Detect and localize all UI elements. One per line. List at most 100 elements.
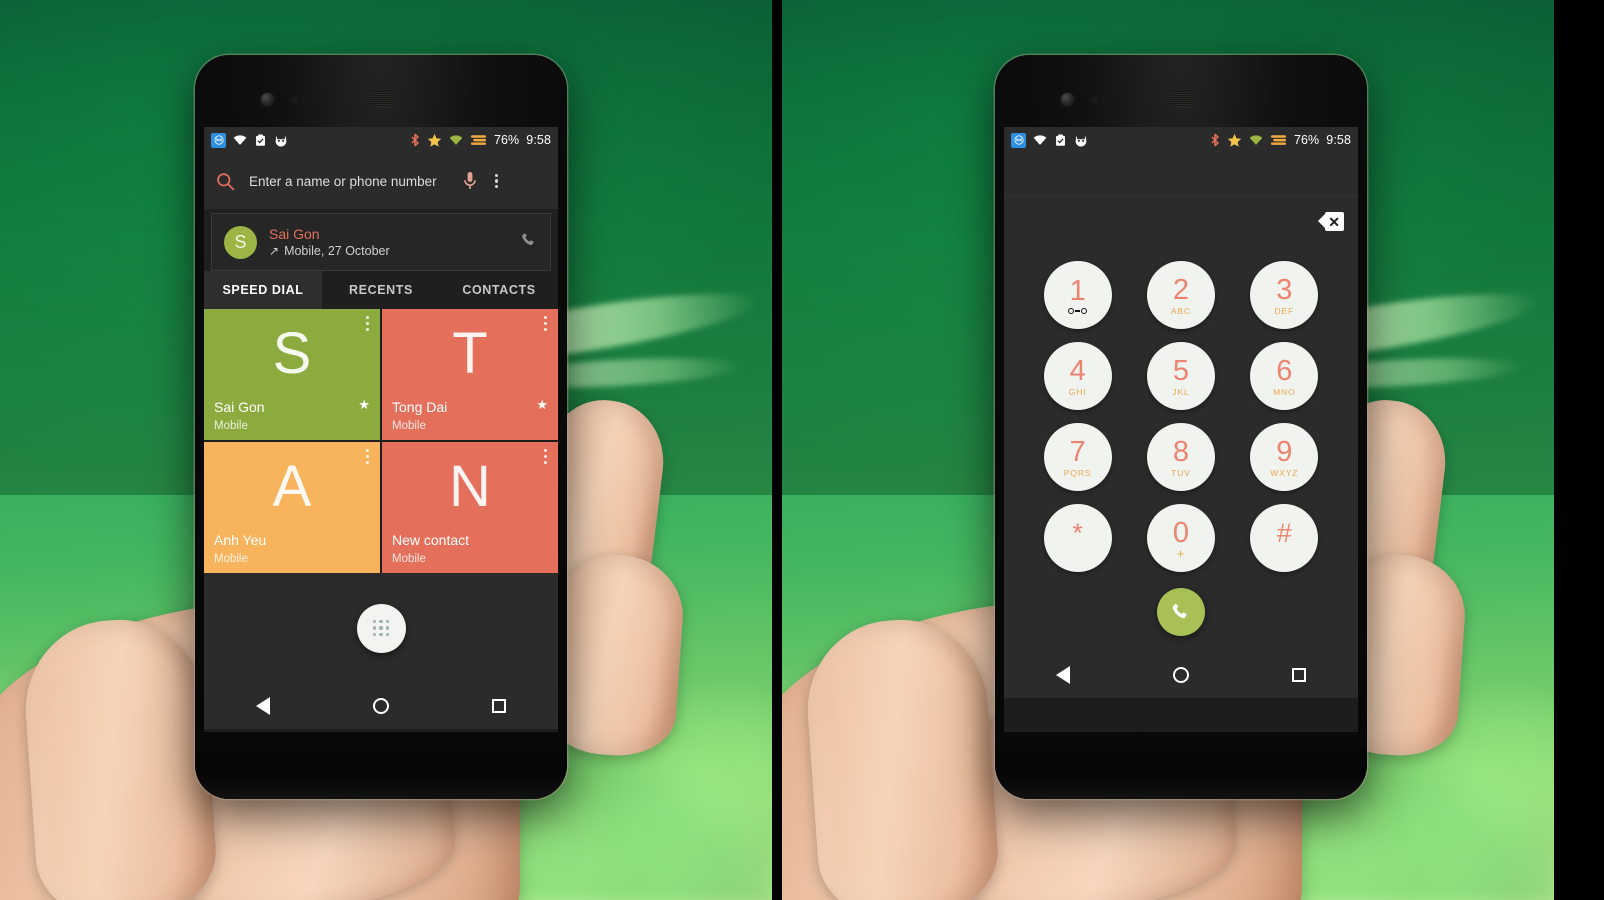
dialpad-grid: 1 2 ABC 3 DEF 4 GHI 5 JKL 6 MNO 7 PQRS 8… xyxy=(1004,247,1358,572)
status-bar-right-icons: 76% 9:58 xyxy=(1210,133,1351,148)
overflow-menu-icon[interactable] xyxy=(543,449,547,467)
phone-icon[interactable] xyxy=(520,231,538,254)
star-icon xyxy=(1227,133,1242,148)
status-bar-left: 76% 9:58 xyxy=(204,127,558,153)
dialer-number-display[interactable] xyxy=(1004,153,1358,195)
microphone-icon[interactable] xyxy=(463,171,477,191)
star-icon: ★ xyxy=(536,397,548,412)
outgoing-call-arrow-icon: ↗ xyxy=(269,243,280,258)
overflow-menu-icon[interactable] xyxy=(491,170,502,193)
key-letters: PQRS xyxy=(1063,467,1092,478)
phone-screen-left: 76% 9:58 Enter a name or phone number S … xyxy=(204,127,558,732)
key-number: 9 xyxy=(1276,435,1293,468)
tile-name-label: Anh Yeu xyxy=(214,532,267,548)
overflow-menu-icon[interactable] xyxy=(365,449,369,467)
contact-name-label: Sai Gon xyxy=(269,225,320,242)
front-camera-icon xyxy=(1061,93,1074,106)
tile-sub-label: Mobile xyxy=(214,553,248,565)
star-icon xyxy=(427,133,442,148)
tile-initial: S xyxy=(272,321,312,386)
navigation-bar-right xyxy=(1004,652,1358,698)
cyanogenmod-icon xyxy=(274,134,288,147)
dialpad-key-0[interactable]: 0 + xyxy=(1146,504,1215,572)
home-button[interactable] xyxy=(372,698,389,714)
overflow-menu-icon[interactable] xyxy=(365,316,369,334)
wifi-icon xyxy=(449,134,463,146)
call-button-area xyxy=(1004,572,1358,652)
home-button[interactable] xyxy=(1172,667,1189,683)
speed-dial-grid: S Sai Gon Mobile ★ T Tong Dai Mobile ★ A… xyxy=(204,309,558,573)
avatar: S xyxy=(224,225,257,259)
key-number: 3 xyxy=(1276,273,1293,306)
earpiece-speaker-icon xyxy=(1169,91,1193,107)
speed-dial-tile[interactable]: A Anh Yeu Mobile xyxy=(204,442,380,573)
tab-contacts[interactable]: CONTACTS xyxy=(440,271,558,309)
contact-detail-row: ↗ Mobile, 27 October xyxy=(269,243,390,259)
call-button[interactable] xyxy=(1157,588,1205,636)
key-number: # xyxy=(1276,517,1292,548)
clipboard-icon xyxy=(1054,134,1067,147)
recents-button[interactable] xyxy=(492,699,507,713)
speed-dial-tile[interactable]: T Tong Dai Mobile ★ xyxy=(382,309,558,440)
search-input[interactable]: Enter a name or phone number xyxy=(249,173,449,190)
proximity-sensor-icon xyxy=(291,96,298,103)
dialpad-key-9[interactable]: 9 WXYZ xyxy=(1250,423,1319,491)
app-badge-icon xyxy=(1011,132,1026,148)
dialpad-key-3[interactable]: 3 DEF xyxy=(1250,261,1319,329)
key-number: 6 xyxy=(1276,354,1293,387)
suggestion-card-wrap: S Sai Gon ↗ Mobile, 27 October xyxy=(204,209,558,271)
left-panel: 76% 9:58 Enter a name or phone number S … xyxy=(0,0,772,900)
dialer-input-row: ✕ xyxy=(1004,195,1358,247)
app-badge-icon xyxy=(211,132,226,148)
tile-name-label: New contact xyxy=(392,532,470,548)
right-panel: 76% 9:58 ✕ 1 2 ABC 3 DEF 4 GHI 5 JKL 6 M… xyxy=(782,0,1554,900)
key-letters: + xyxy=(1176,545,1186,561)
clock-label: 9:58 xyxy=(1326,133,1351,147)
search-bar[interactable]: Enter a name or phone number xyxy=(204,153,558,209)
contact-suggestion-card[interactable]: S Sai Gon ↗ Mobile, 27 October xyxy=(211,213,551,271)
battery-icon xyxy=(470,134,487,146)
dialpad-key-5[interactable]: 5 JKL xyxy=(1146,342,1215,410)
dialpad-key-1[interactable]: 1 xyxy=(1043,261,1112,329)
phone-bottom-bezel-left xyxy=(195,732,567,799)
navigation-bar-left xyxy=(204,683,558,729)
battery-percent-label: 76% xyxy=(493,133,520,147)
status-bar-right-icons: 76% 9:58 xyxy=(410,133,551,148)
overflow-menu-icon[interactable] xyxy=(543,316,547,334)
key-letters: ABC xyxy=(1170,305,1192,316)
dialpad-key-star[interactable]: * xyxy=(1043,504,1112,572)
status-bar-left-icons xyxy=(1011,132,1088,148)
voicemail-icon xyxy=(1068,308,1088,314)
dialpad-key-8[interactable]: 8 TUV xyxy=(1146,423,1215,491)
back-button[interactable] xyxy=(255,697,270,715)
tab-speed-dial[interactable]: SPEED DIAL xyxy=(204,271,322,309)
key-number: 7 xyxy=(1069,435,1086,468)
backspace-icon[interactable]: ✕ xyxy=(1318,212,1344,231)
clock-label: 9:58 xyxy=(526,133,551,147)
key-letters: WXYZ xyxy=(1270,467,1299,478)
key-letters: MNO xyxy=(1273,386,1296,397)
dialpad-fab-button[interactable] xyxy=(356,603,406,653)
speed-dial-tile[interactable]: N New contact Mobile xyxy=(382,442,558,573)
dialpad-key-hash[interactable]: # xyxy=(1250,504,1319,572)
proximity-sensor-icon xyxy=(1091,96,1098,103)
key-number: * xyxy=(1072,517,1083,548)
tile-sub-label: Mobile xyxy=(392,553,426,565)
tab-bar: SPEED DIAL RECENTS CONTACTS xyxy=(204,271,558,309)
dialpad-key-7[interactable]: 7 PQRS xyxy=(1043,423,1112,491)
dialpad-key-2[interactable]: 2 ABC xyxy=(1146,261,1215,329)
tab-recents[interactable]: RECENTS xyxy=(322,271,440,309)
dialpad-key-4[interactable]: 4 GHI xyxy=(1043,342,1112,410)
tile-initial: T xyxy=(452,321,488,386)
cyanogenmod-icon xyxy=(1074,134,1088,147)
dialpad-key-6[interactable]: 6 MNO xyxy=(1250,342,1319,410)
recents-button[interactable] xyxy=(1292,668,1307,682)
phone-device-right: 76% 9:58 ✕ 1 2 ABC 3 DEF 4 GHI 5 JKL 6 M… xyxy=(995,55,1367,799)
clipboard-icon xyxy=(254,134,267,147)
wifi-icon xyxy=(1249,134,1263,146)
contact-text-block: Sai Gon ↗ Mobile, 27 October xyxy=(269,226,390,259)
earpiece-speaker-icon xyxy=(369,91,393,107)
speed-dial-tile[interactable]: S Sai Gon Mobile ★ xyxy=(204,309,380,440)
battery-percent-label: 76% xyxy=(1293,133,1320,147)
back-button[interactable] xyxy=(1055,666,1070,684)
